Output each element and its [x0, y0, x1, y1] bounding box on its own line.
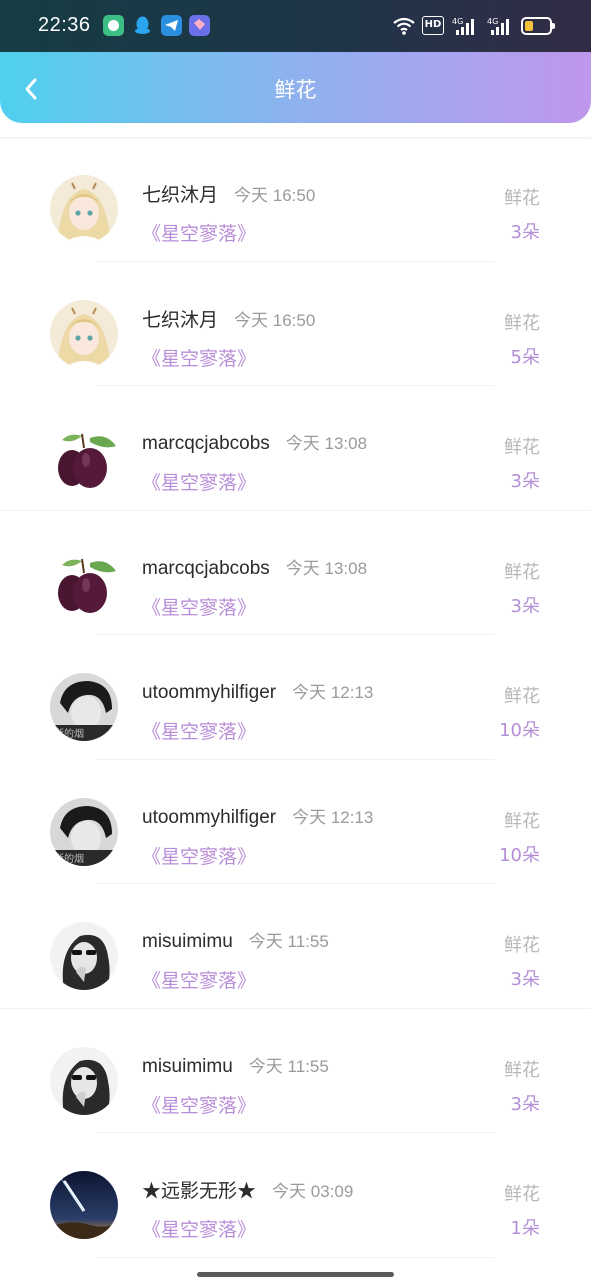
avatar[interactable] [50, 175, 118, 243]
gift-count: 3朵 [510, 969, 540, 990]
list-item[interactable]: marcqcjabcobs 今天 13:08 《星空寥落》 鲜花 3朵 [0, 386, 591, 511]
signal-icon: 4G [452, 16, 478, 36]
list-item[interactable]: 七织沐月 今天 16:50 《星空寥落》 鲜花 5朵 [0, 262, 591, 386]
avatar[interactable]: 逝的烟 [50, 797, 118, 866]
avatar[interactable] [50, 424, 118, 492]
gift-label: 鲜花 [504, 1184, 540, 1205]
list-item[interactable]: 逝的烟 utoommyhilfiger 今天 12:13 《星空寥落》 鲜花 10朵 [0, 760, 591, 884]
telegram-icon [161, 15, 182, 36]
user-name-text: utoommyhilfiger [142, 806, 277, 828]
user-name-text: misuimimu [142, 931, 233, 952]
song-title[interactable]: 《星空寥落》 [142, 966, 256, 993]
list-item[interactable]: 七织沐月 今天 16:50 《星空寥落》 鲜花 3朵 [0, 137, 591, 262]
song-title[interactable]: 《星空寥落》 [142, 717, 256, 744]
song-title[interactable]: 《星空寥落》 [142, 219, 256, 246]
qq-icon [132, 15, 153, 36]
app-notification-icon [103, 15, 124, 36]
gift-label: 鲜花 [504, 810, 540, 832]
home-indicator[interactable] [197, 1272, 394, 1277]
avatar[interactable] [50, 548, 118, 617]
timestamp: 今天 16:50 [234, 186, 316, 205]
timestamp: 今天 12:13 [292, 807, 374, 827]
user-name: utoommyhilfiger 今天 12:13 [142, 803, 373, 829]
gift-label: 鲜花 [504, 437, 540, 458]
battery-icon [521, 17, 555, 35]
song-title[interactable]: 《星空寥落》 [142, 468, 256, 495]
avatar[interactable]: 逝的烟 [50, 673, 118, 741]
user-name: 七织沐月 今天 16:50 [142, 305, 315, 332]
svg-text:4G: 4G [487, 17, 498, 26]
avatar[interactable] [50, 922, 118, 990]
page-title: 鲜花 [274, 78, 317, 102]
signal-icon-2: 4G [487, 16, 513, 36]
header-bar: 22:36 HD 4G 4G 鲜花 [0, 0, 591, 123]
song-title[interactable]: 《星空寥落》 [142, 344, 256, 371]
row-divider [96, 1256, 495, 1258]
list-item[interactable]: misuimimu 今天 11:55 《星空寥落》 鲜花 3朵 [0, 1009, 591, 1133]
gift-label: 鲜花 [504, 188, 540, 209]
user-name: misuimimu 今天 11:55 [142, 927, 329, 953]
gift-count: 10朵 [499, 844, 540, 866]
timestamp: 今天 13:08 [285, 558, 368, 578]
song-title[interactable]: 《星空寥落》 [142, 1091, 256, 1118]
status-bar: 22:36 HD 4G 4G [0, 0, 591, 52]
status-time: 22:36 [38, 14, 91, 36]
gift-label: 鲜花 [504, 312, 540, 334]
gift-list: 七织沐月 今天 16:50 《星空寥落》 鲜花 3朵 七织沐月 今天 16:50 《星空寥落》… [0, 137, 591, 1258]
user-name: misuimimu 今天 11:55 [142, 1052, 329, 1078]
wifi-icon [393, 16, 415, 36]
list-item[interactable]: marcqcjabcobs 今天 13:08 《星空寥落》 鲜花 3朵 [0, 511, 591, 635]
avatar[interactable] [50, 1046, 118, 1115]
user-name: marcqcjabcobs 今天 13:08 [142, 429, 367, 455]
user-name: marcqcjabcobs 今天 13:08 [142, 554, 367, 580]
song-title[interactable]: 《星空寥落》 [142, 842, 256, 869]
gift-label: 鲜花 [504, 686, 540, 707]
user-name-text: marcqcjabcobs [142, 557, 270, 579]
list-item[interactable]: misuimimu 今天 11:55 《星空寥落》 鲜花 3朵 [0, 884, 591, 1009]
gift-label: 鲜花 [504, 1059, 540, 1081]
gift-count: 3朵 [510, 595, 540, 617]
list-item[interactable]: ★远影无形★ 今天 03:09 《星空寥落》 鲜花 1朵 [0, 1133, 591, 1258]
song-title[interactable]: 《星空寥落》 [142, 593, 256, 620]
gift-label: 鲜花 [504, 935, 540, 956]
timestamp: 今天 11:55 [248, 1056, 329, 1076]
gift-count: 1朵 [510, 1218, 540, 1239]
timestamp: 今天 11:55 [248, 932, 329, 951]
user-name-text: ★远影无形★ [142, 1181, 257, 1202]
timestamp: 今天 03:09 [272, 1182, 354, 1201]
svg-text:逝的烟: 逝的烟 [54, 852, 84, 865]
user-name-text: marcqcjabcobs [142, 433, 270, 454]
svg-text:逝的烟: 逝的烟 [54, 727, 84, 740]
gift-count: 3朵 [510, 1093, 540, 1115]
user-name-text: 七织沐月 [142, 185, 219, 206]
gift-count: 3朵 [510, 471, 540, 492]
gift-count: 5朵 [510, 346, 540, 368]
song-title[interactable]: 《星空寥落》 [142, 1215, 256, 1242]
gift-label: 鲜花 [504, 561, 540, 583]
svg-text:4G: 4G [452, 17, 463, 26]
user-name-text: 七织沐月 [142, 309, 219, 331]
hd-badge: HD [422, 16, 444, 35]
user-name-text: misuimimu [142, 1055, 233, 1077]
list-item[interactable]: 逝的烟 utoommyhilfiger 今天 12:13 《星空寥落》 鲜花 10朵 [0, 635, 591, 760]
user-name: ★远影无形★ 今天 03:09 [142, 1176, 353, 1203]
user-name-text: utoommyhilfiger [142, 682, 277, 703]
timestamp: 今天 13:08 [285, 434, 368, 453]
user-name: utoommyhilfiger 今天 12:13 [142, 678, 373, 704]
timestamp: 今天 12:13 [292, 683, 374, 702]
avatar[interactable] [50, 299, 118, 368]
message-app-icon [189, 15, 210, 36]
gift-count: 3朵 [510, 222, 540, 243]
timestamp: 今天 16:50 [234, 310, 316, 330]
avatar[interactable] [50, 1171, 118, 1239]
user-name: 七织沐月 今天 16:50 [142, 180, 315, 207]
gift-count: 10朵 [499, 720, 540, 741]
